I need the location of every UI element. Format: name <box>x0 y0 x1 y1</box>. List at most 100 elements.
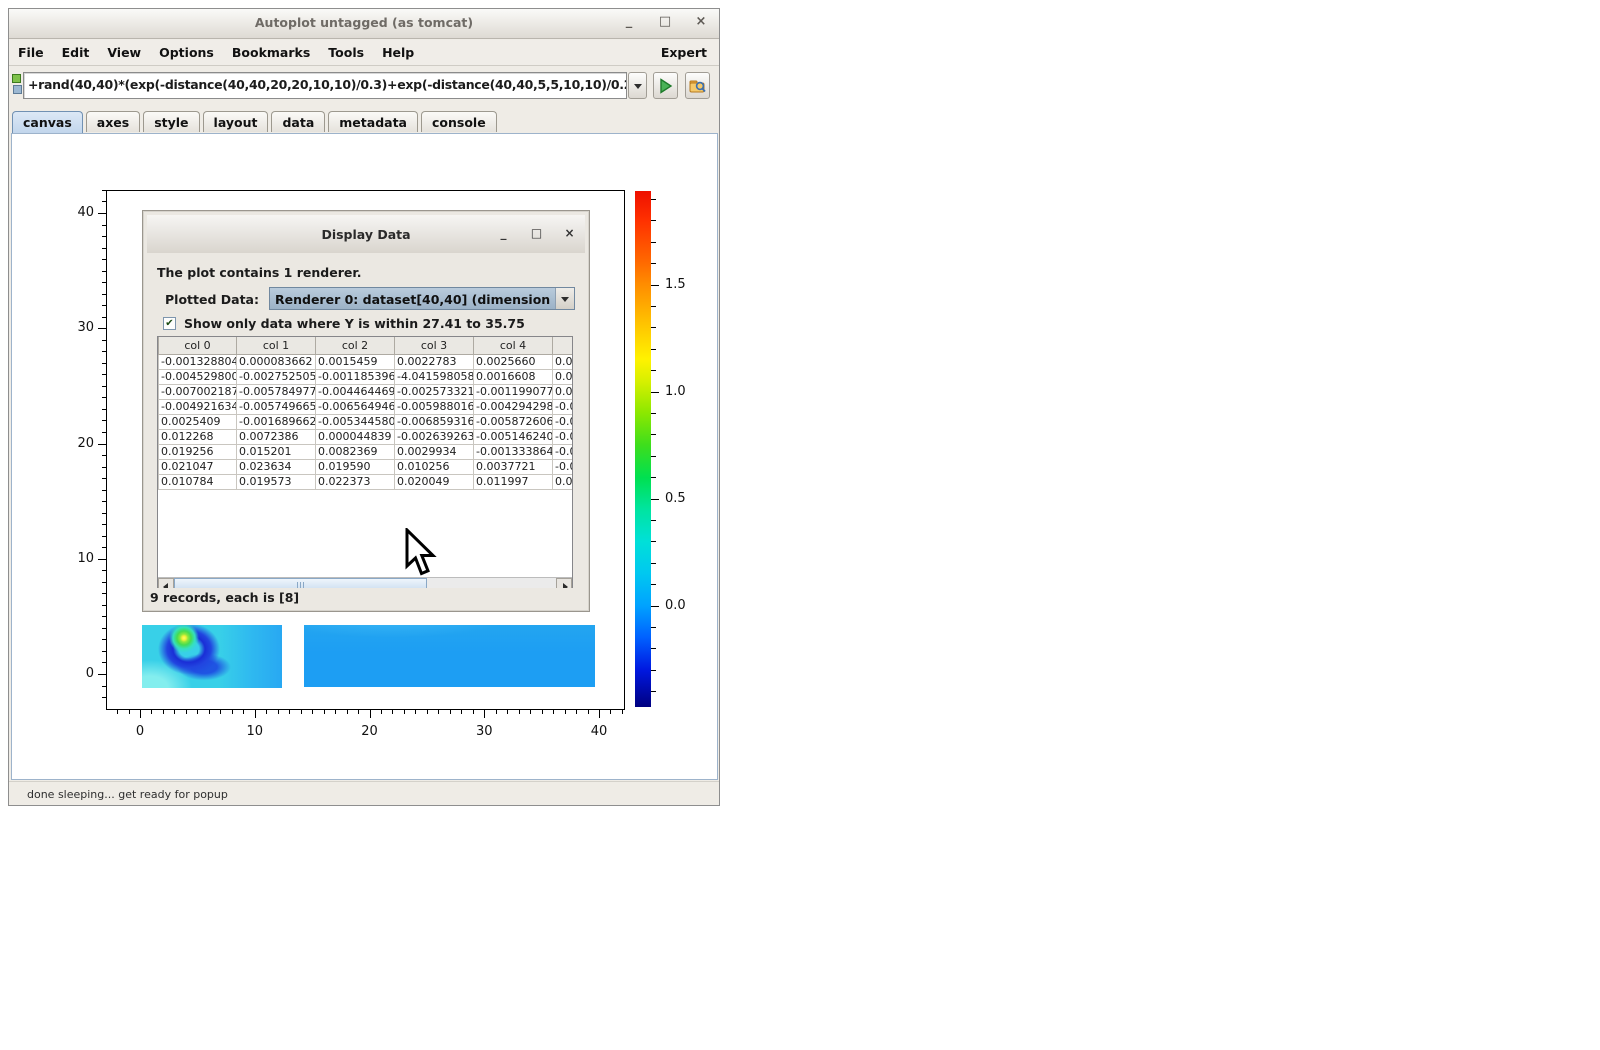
table-cell[interactable]: -0.001328804... <box>159 354 237 369</box>
filter-checkbox[interactable]: ✔ <box>163 317 176 330</box>
title-bar[interactable]: Autoplot untagged (as tomcat) _ □ × <box>9 9 719 39</box>
table-cell[interactable]: -0.005344580... <box>316 414 395 429</box>
table-cell[interactable]: 0.020049 <box>395 474 474 489</box>
table-cell[interactable]: 0.00 <box>553 369 573 384</box>
menu-file[interactable]: File <box>9 40 53 60</box>
table-cell[interactable]: 0.0037721 <box>474 459 553 474</box>
menu-expert[interactable]: Expert <box>661 45 707 60</box>
table-cell[interactable]: -0.004529800... <box>159 369 237 384</box>
table-cell[interactable]: -0.00 <box>553 414 573 429</box>
table-cell[interactable]: 0.015201 <box>237 444 316 459</box>
column-header[interactable]: col 0 <box>159 337 237 354</box>
table-cell[interactable]: -0.00 <box>553 459 573 474</box>
table-row[interactable]: 0.0210470.0236340.0195900.0102560.003772… <box>159 459 573 474</box>
tab-axes[interactable]: axes <box>86 111 140 132</box>
table-cell[interactable]: 0.019573 <box>237 474 316 489</box>
table-cell[interactable]: -0.004921634... <box>159 399 237 414</box>
tab-metadata[interactable]: metadata <box>328 111 418 132</box>
table-cell[interactable]: 0.010256 <box>395 459 474 474</box>
table-row[interactable]: -0.001328804...0.0000836620.00154590.002… <box>159 354 573 369</box>
table-row[interactable]: -0.007002187...-0.005784977...-0.0044644… <box>159 384 573 399</box>
close-icon[interactable]: × <box>693 13 709 31</box>
table-cell[interactable]: 0.011997 <box>474 474 553 489</box>
column-header[interactable]: col 2 <box>316 337 395 354</box>
table-cell[interactable]: -0.002639263... <box>395 429 474 444</box>
table-cell[interactable]: -0.006564946... <box>316 399 395 414</box>
menu-bookmarks[interactable]: Bookmarks <box>223 40 319 60</box>
table-cell[interactable]: 0.00 <box>553 474 573 489</box>
table-cell[interactable]: 0.0025409 <box>159 414 237 429</box>
dialog-close-icon[interactable]: × <box>562 224 577 242</box>
table-cell[interactable]: 0.0016608 <box>474 369 553 384</box>
table-cell[interactable]: 0.00 <box>553 384 573 399</box>
table-cell[interactable]: -0.005988016... <box>395 399 474 414</box>
table-cell[interactable]: 0.0082369 <box>316 444 395 459</box>
table-cell[interactable]: -0.00 <box>553 429 573 444</box>
table-cell[interactable]: 0.012268 <box>159 429 237 444</box>
menu-help[interactable]: Help <box>373 40 423 60</box>
column-header[interactable]: col 5 <box>553 337 573 354</box>
table-cell[interactable]: -4.041598058... <box>395 369 474 384</box>
dialog-minimize-icon[interactable]: _ <box>496 224 511 242</box>
table-cell[interactable]: -0.00 <box>553 444 573 459</box>
table-cell[interactable]: -0.005784977... <box>237 384 316 399</box>
table-cell[interactable]: 0.022373 <box>316 474 395 489</box>
plot-canvas[interactable]: 010203040010203040 1.51.00.50.0 Display … <box>11 133 718 780</box>
combo-dropdown-button[interactable] <box>555 288 574 309</box>
tab-style[interactable]: style <box>143 111 199 132</box>
menu-tools[interactable]: Tools <box>319 40 373 60</box>
table-cell[interactable]: 0.023634 <box>237 459 316 474</box>
table-cell[interactable]: -0.007002187... <box>159 384 237 399</box>
table-cell[interactable]: 0.021047 <box>159 459 237 474</box>
table-cell[interactable]: 0.000044839 <box>316 429 395 444</box>
table-cell[interactable]: -0.005872606... <box>474 414 553 429</box>
table-cell[interactable]: -0.001199077... <box>474 384 553 399</box>
dialog-title-bar[interactable]: Display Data _ □ × <box>147 215 585 253</box>
uri-input[interactable]: +rand(40,40)*(exp(-distance(40,40,20,20,… <box>23 72 627 99</box>
table-cell[interactable]: -0.004464469... <box>316 384 395 399</box>
table-cell[interactable]: 0.0022783 <box>395 354 474 369</box>
uri-dropdown-button[interactable] <box>628 72 647 99</box>
table-cell[interactable]: -0.001333864... <box>474 444 553 459</box>
table-cell[interactable]: 0.0025660 <box>474 354 553 369</box>
inspect-button[interactable] <box>685 72 710 99</box>
table-cell[interactable]: 0.00 <box>553 354 573 369</box>
go-button[interactable] <box>653 72 678 99</box>
table-cell[interactable]: 0.000083662 <box>237 354 316 369</box>
maximize-icon[interactable]: □ <box>657 13 673 31</box>
table-cell[interactable]: -0.002573321... <box>395 384 474 399</box>
minimize-icon[interactable]: _ <box>621 13 637 31</box>
table-cell[interactable]: -0.005749665... <box>237 399 316 414</box>
tab-canvas[interactable]: canvas <box>12 111 83 133</box>
table-cell[interactable]: -0.001185396... <box>316 369 395 384</box>
table-row[interactable]: 0.0107840.0195730.0223730.0200490.011997… <box>159 474 573 489</box>
menu-options[interactable]: Options <box>150 40 223 60</box>
column-header[interactable]: col 4 <box>474 337 553 354</box>
tab-data[interactable]: data <box>271 111 325 132</box>
table-cell[interactable]: 0.0015459 <box>316 354 395 369</box>
table-cell[interactable]: -0.005146240... <box>474 429 553 444</box>
plotted-data-select[interactable]: Renderer 0: dataset[40,40] (dimension... <box>269 287 575 310</box>
table-cell[interactable]: -0.001689662... <box>237 414 316 429</box>
tab-layout[interactable]: layout <box>203 111 269 132</box>
table-row[interactable]: -0.004921634...-0.005749665...-0.0065649… <box>159 399 573 414</box>
table-cell[interactable]: 0.019256 <box>159 444 237 459</box>
table-row[interactable]: 0.0192560.0152010.00823690.0029934-0.001… <box>159 444 573 459</box>
table-cell[interactable]: -0.004294298... <box>474 399 553 414</box>
menu-edit[interactable]: Edit <box>53 40 99 60</box>
table-cell[interactable]: -0.006859316... <box>395 414 474 429</box>
table-cell[interactable]: 0.0072386 <box>237 429 316 444</box>
tab-console[interactable]: console <box>421 111 497 132</box>
table-cell[interactable]: 0.019590 <box>316 459 395 474</box>
table-cell[interactable]: -0.00 <box>553 399 573 414</box>
menu-view[interactable]: View <box>98 40 150 60</box>
table-cell[interactable]: 0.010784 <box>159 474 237 489</box>
table-row[interactable]: 0.0025409-0.001689662...-0.005344580...-… <box>159 414 573 429</box>
table-row[interactable]: -0.004529800...-0.002752505...-0.0011853… <box>159 369 573 384</box>
table-cell[interactable]: 0.0029934 <box>395 444 474 459</box>
dialog-maximize-icon[interactable]: □ <box>529 224 544 242</box>
table-cell[interactable]: -0.002752505... <box>237 369 316 384</box>
table-row[interactable]: 0.0122680.00723860.000044839-0.002639263… <box>159 429 573 444</box>
column-header[interactable]: col 1 <box>237 337 316 354</box>
column-header[interactable]: col 3 <box>395 337 474 354</box>
